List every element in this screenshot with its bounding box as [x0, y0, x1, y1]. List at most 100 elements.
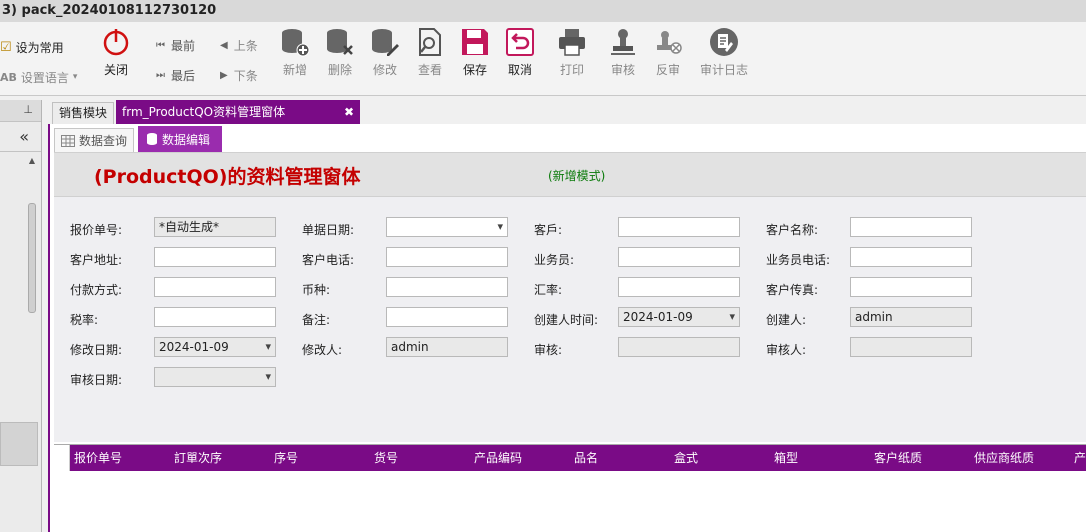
creator-label: 创建人:	[766, 313, 807, 327]
rate-field[interactable]	[618, 277, 740, 297]
remark-label: 备注:	[302, 313, 331, 327]
tax-field[interactable]	[154, 307, 276, 327]
customer-name-label: 客户名称:	[766, 223, 819, 237]
form-content-area: 数据查询 数据编辑 (ProductQO)的资料管理窗体 (新增模式) 报价单号…	[48, 124, 1086, 532]
address-field[interactable]	[154, 247, 276, 267]
database-delete-icon	[327, 29, 353, 55]
edit-form: (ProductQO)的资料管理窗体 (新增模式) 报价单号: *自动生成* 单…	[54, 152, 1086, 442]
grid-col-header[interactable]: 箱型	[774, 445, 798, 471]
audit-log-button[interactable]: 审计日志	[700, 26, 748, 90]
floppy-disk-icon	[462, 29, 488, 55]
customer-field[interactable]	[618, 217, 740, 237]
unaudit-button[interactable]: 反审	[645, 26, 691, 90]
close-tab-icon[interactable]: ✖	[344, 100, 354, 124]
customer-label: 客戶:	[534, 223, 563, 237]
audit-label: 审核:	[534, 343, 563, 357]
previous-record-button[interactable]: ◀ 上条	[220, 35, 280, 55]
creator-field[interactable]: admin	[850, 307, 972, 327]
printer-icon	[559, 29, 585, 56]
grid-col-header[interactable]: 盒式	[674, 445, 698, 471]
salesman-label: 业务员:	[534, 253, 575, 267]
form-header: (ProductQO)的资料管理窗体 (新增模式)	[54, 153, 1086, 197]
print-button[interactable]: 打印	[549, 26, 595, 90]
created-time-picker[interactable]: 2024-01-09	[618, 307, 740, 327]
save-button[interactable]: 保存	[452, 26, 498, 90]
set-favorite-button[interactable]: ☑ 设为常用	[0, 32, 90, 62]
row-indicator	[54, 445, 70, 471]
grid-col-header[interactable]: 品名	[574, 445, 598, 471]
first-record-button[interactable]: ⏮ 最前	[156, 35, 216, 55]
scroll-thumb[interactable]	[28, 203, 36, 313]
grid-col-header[interactable]: 訂單次序	[174, 445, 222, 471]
unaudit-stamp-icon	[657, 31, 682, 54]
salesman-phone-label: 业务员电话:	[766, 253, 831, 267]
panel-scrollbar[interactable]: ▲	[26, 156, 38, 426]
fax-field[interactable]	[850, 277, 972, 297]
currency-label: 币种:	[302, 283, 331, 297]
remark-field[interactable]	[386, 307, 508, 327]
quote-no-field[interactable]: *自动生成*	[154, 217, 276, 237]
grid-col-header[interactable]: 产品编码	[474, 445, 522, 471]
fax-label: 客户传真:	[766, 283, 819, 297]
scroll-up-icon[interactable]: ▲	[26, 156, 38, 165]
next-icon: ▶	[220, 69, 228, 81]
stamp-icon	[611, 29, 635, 55]
first-icon: ⏮	[156, 39, 165, 51]
salesman-field[interactable]	[618, 247, 740, 267]
undo-icon	[506, 28, 534, 56]
tab-sales-module[interactable]: 销售模块	[52, 102, 114, 124]
grid-col-header[interactable]: 产	[1074, 445, 1086, 471]
set-language-button[interactable]: AB 设置语言 ▾	[0, 62, 90, 92]
pin-icon[interactable]: ⊥	[23, 103, 33, 116]
audit-date-picker[interactable]	[154, 367, 276, 387]
salesman-phone-field[interactable]	[850, 247, 972, 267]
add-button[interactable]: 新增	[272, 26, 318, 90]
auditor-field[interactable]	[850, 337, 972, 357]
phone-field[interactable]	[386, 247, 508, 267]
address-label: 客户地址:	[70, 253, 123, 267]
window-title: 3) pack_20240108112730120	[0, 0, 1086, 22]
doc-date-picker[interactable]	[386, 217, 508, 237]
tab-data-edit[interactable]: 数据编辑	[138, 126, 222, 152]
audit-button[interactable]: 审核	[600, 26, 646, 90]
grid-col-header[interactable]: 客户纸质	[874, 445, 922, 471]
grid-col-header[interactable]: 报价单号	[74, 445, 122, 471]
close-button[interactable]: 关闭	[93, 26, 139, 90]
view-button[interactable]: 查看	[407, 26, 453, 90]
grid-col-header[interactable]: 供应商纸质	[974, 445, 1034, 471]
previous-icon: ◀	[220, 39, 228, 51]
double-chevron-left-icon: «	[19, 127, 29, 146]
modifier-field[interactable]: admin	[386, 337, 508, 357]
chevron-down-icon: ▾	[72, 72, 78, 82]
grid-col-header[interactable]: 序号	[274, 445, 298, 471]
modify-button[interactable]: 修改	[362, 26, 408, 90]
grid-col-header[interactable]: 货号	[374, 445, 398, 471]
quote-no-label: 报价单号:	[70, 223, 123, 237]
ribbon-left-group: ☑ 设为常用 AB 设置语言 ▾	[0, 32, 90, 92]
grid-icon	[61, 134, 75, 147]
power-icon	[103, 29, 129, 56]
database-add-icon	[282, 29, 310, 57]
panel-footer-box	[0, 422, 38, 466]
delete-button[interactable]: 删除	[317, 26, 363, 90]
language-icon: AB	[0, 70, 17, 84]
last-record-button[interactable]: ⏭ 最后	[156, 65, 216, 85]
collapse-panel-button[interactable]: «	[0, 122, 41, 152]
sub-tab-bar: 数据查询 数据编辑	[50, 124, 1086, 152]
next-record-button[interactable]: ▶ 下条	[220, 65, 280, 85]
tab-data-query[interactable]: 数据查询	[54, 128, 134, 152]
doc-date-label: 单据日期:	[302, 223, 355, 237]
created-time-label: 创建人时间:	[534, 313, 599, 327]
cancel-button[interactable]: 取消	[497, 26, 543, 90]
currency-field[interactable]	[386, 277, 508, 297]
customer-name-field[interactable]	[850, 217, 972, 237]
form-mode-label: (新增模式)	[548, 169, 606, 183]
payment-field[interactable]	[154, 277, 276, 297]
audit-field[interactable]	[618, 337, 740, 357]
modified-date-picker[interactable]: 2024-01-09	[154, 337, 276, 357]
detail-grid: 报价单号 訂單次序 序号 货号 产品编码 品名 盒式 箱型 客户纸质 供应商纸质…	[54, 444, 1086, 532]
grid-header: 报价单号 訂單次序 序号 货号 产品编码 品名 盒式 箱型 客户纸质 供应商纸质…	[54, 445, 1086, 471]
tab-product-qo-form[interactable]: frm_ProductQO资料管理窗体 ✖	[116, 100, 360, 124]
payment-label: 付款方式:	[70, 283, 123, 297]
audit-date-label: 审核日期:	[70, 373, 123, 387]
